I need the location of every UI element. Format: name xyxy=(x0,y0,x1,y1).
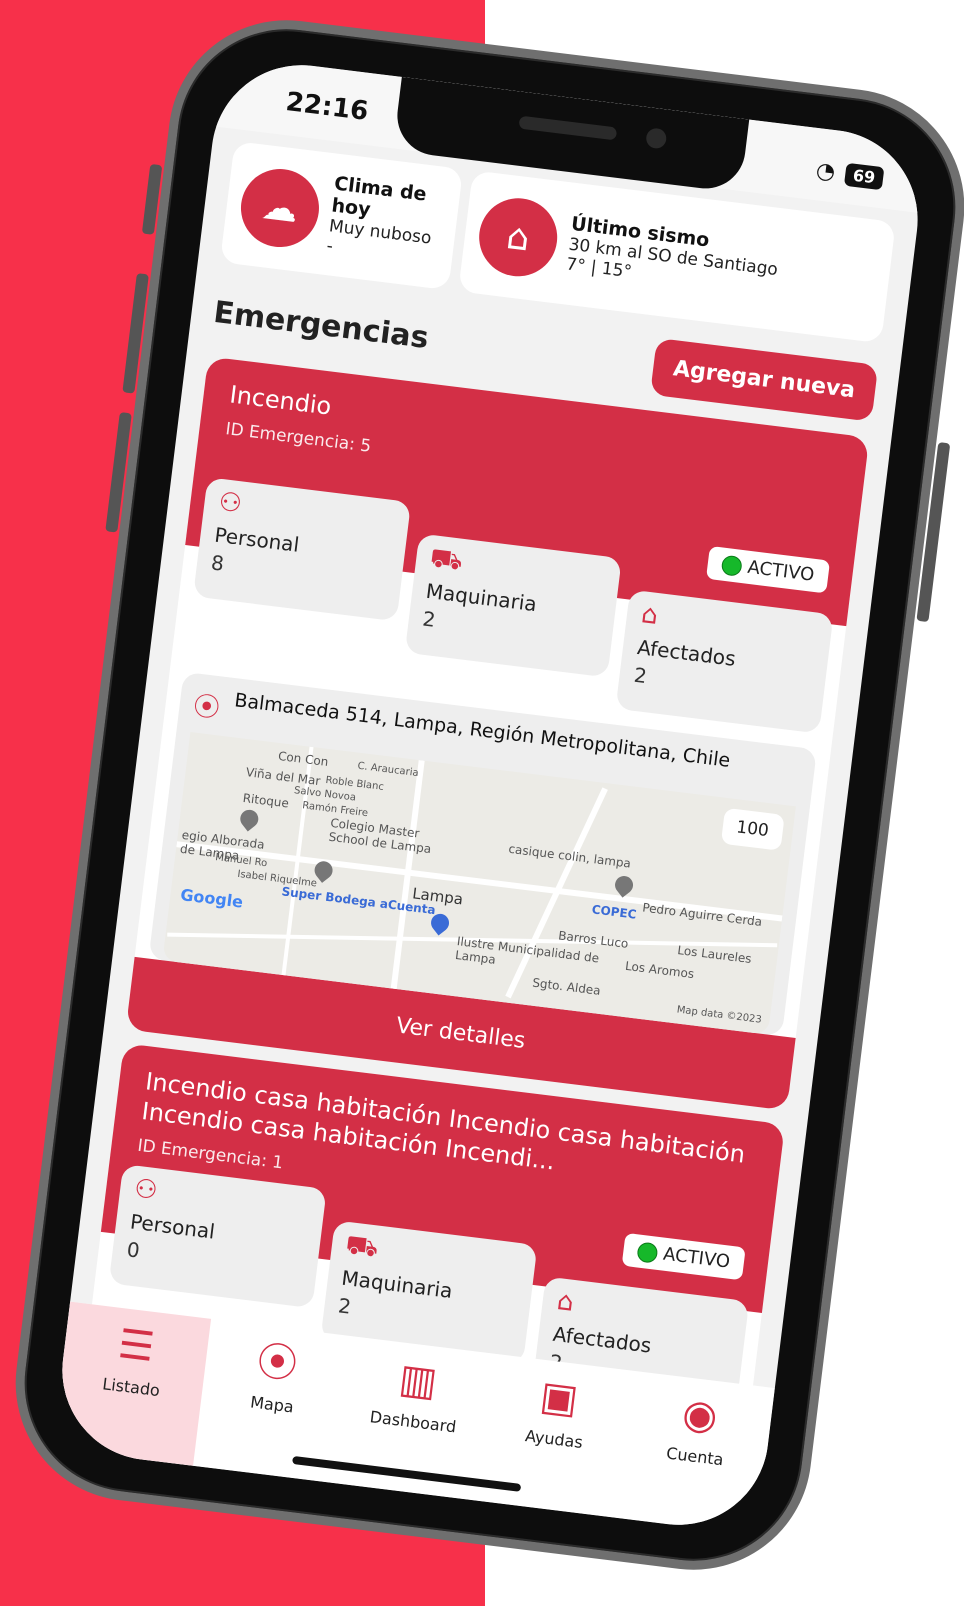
tab-cuenta[interactable]: ◉ Cuenta xyxy=(616,1371,775,1535)
status-icons: ◔ 69 xyxy=(815,158,885,191)
map-attribution: Map data ©2023 xyxy=(676,1004,763,1026)
map-pin-icon: ⦿ xyxy=(254,1338,300,1389)
stat-maquinaria: ⛟ Maquinaria 2 xyxy=(404,533,623,678)
tab-label: Dashboard xyxy=(368,1407,458,1437)
zoom-chip[interactable]: 100 xyxy=(720,807,785,851)
map-label: Ritoque xyxy=(241,790,290,811)
stat-personal: ⚇ Personal 0 xyxy=(108,1164,327,1309)
section-title: Emergencias xyxy=(211,294,431,356)
chart-icon: ▥ xyxy=(396,1355,440,1406)
map-label: Los Aromos xyxy=(624,958,695,982)
tab-mapa[interactable]: ⦿ Mapa xyxy=(193,1319,352,1483)
tab-label: Ayudas xyxy=(524,1426,584,1453)
map-label: Isabel Riquelme xyxy=(236,868,318,890)
google-logo: Google xyxy=(179,885,245,912)
status-time: 22:16 xyxy=(284,87,370,127)
map-label: Sgto. Aldea xyxy=(531,975,602,998)
phone-screen: 22:16 ◔ 69 ☁ Clima de hoy Muy nuboso - ⌂… xyxy=(52,54,928,1536)
emergency-card: Incendio ID Emergencia: 5 ACTIVO ⚇ Perso… xyxy=(125,356,870,1111)
add-emergency-button[interactable]: Agregar nueva xyxy=(649,337,879,422)
partly-cloudy-icon: ☁ xyxy=(236,164,324,252)
list-icon: ☰ xyxy=(115,1320,157,1372)
tab-listado[interactable]: ☰ Listado xyxy=(52,1301,212,1466)
map-label: C. Araucaria xyxy=(356,760,420,780)
battery-icon: 69 xyxy=(843,162,885,191)
map-pin-icon[interactable] xyxy=(236,806,262,832)
tab-label: Listado xyxy=(101,1374,161,1401)
stat-personal: ⚇ Personal 8 xyxy=(192,477,411,622)
main-content: ☁ Clima de hoy Muy nuboso - ⌂ Último sis… xyxy=(86,141,896,1436)
tab-label: Mapa xyxy=(249,1392,295,1417)
weather-card[interactable]: ☁ Clima de hoy Muy nuboso - xyxy=(219,141,464,291)
tab-label: Cuenta xyxy=(665,1443,725,1470)
wifi-icon: ◔ xyxy=(814,158,837,186)
map-pin-icon[interactable] xyxy=(611,872,637,898)
tab-ayudas[interactable]: ▣ Ayudas xyxy=(475,1354,634,1518)
user-icon: ◉ xyxy=(679,1390,721,1441)
map-poi-label: COPEC xyxy=(590,902,638,922)
location-pin-icon: ⦿ xyxy=(191,691,222,725)
earthquake-house-icon: ⌂ xyxy=(474,193,562,281)
camera xyxy=(645,127,668,150)
speaker xyxy=(518,115,618,141)
map-label: Con Con xyxy=(277,748,330,769)
box-icon: ▣ xyxy=(537,1372,581,1424)
map-label: Colegio Master School de Lampa xyxy=(327,815,432,857)
stat-afectados: ⌂ Afectados 2 xyxy=(615,589,834,734)
